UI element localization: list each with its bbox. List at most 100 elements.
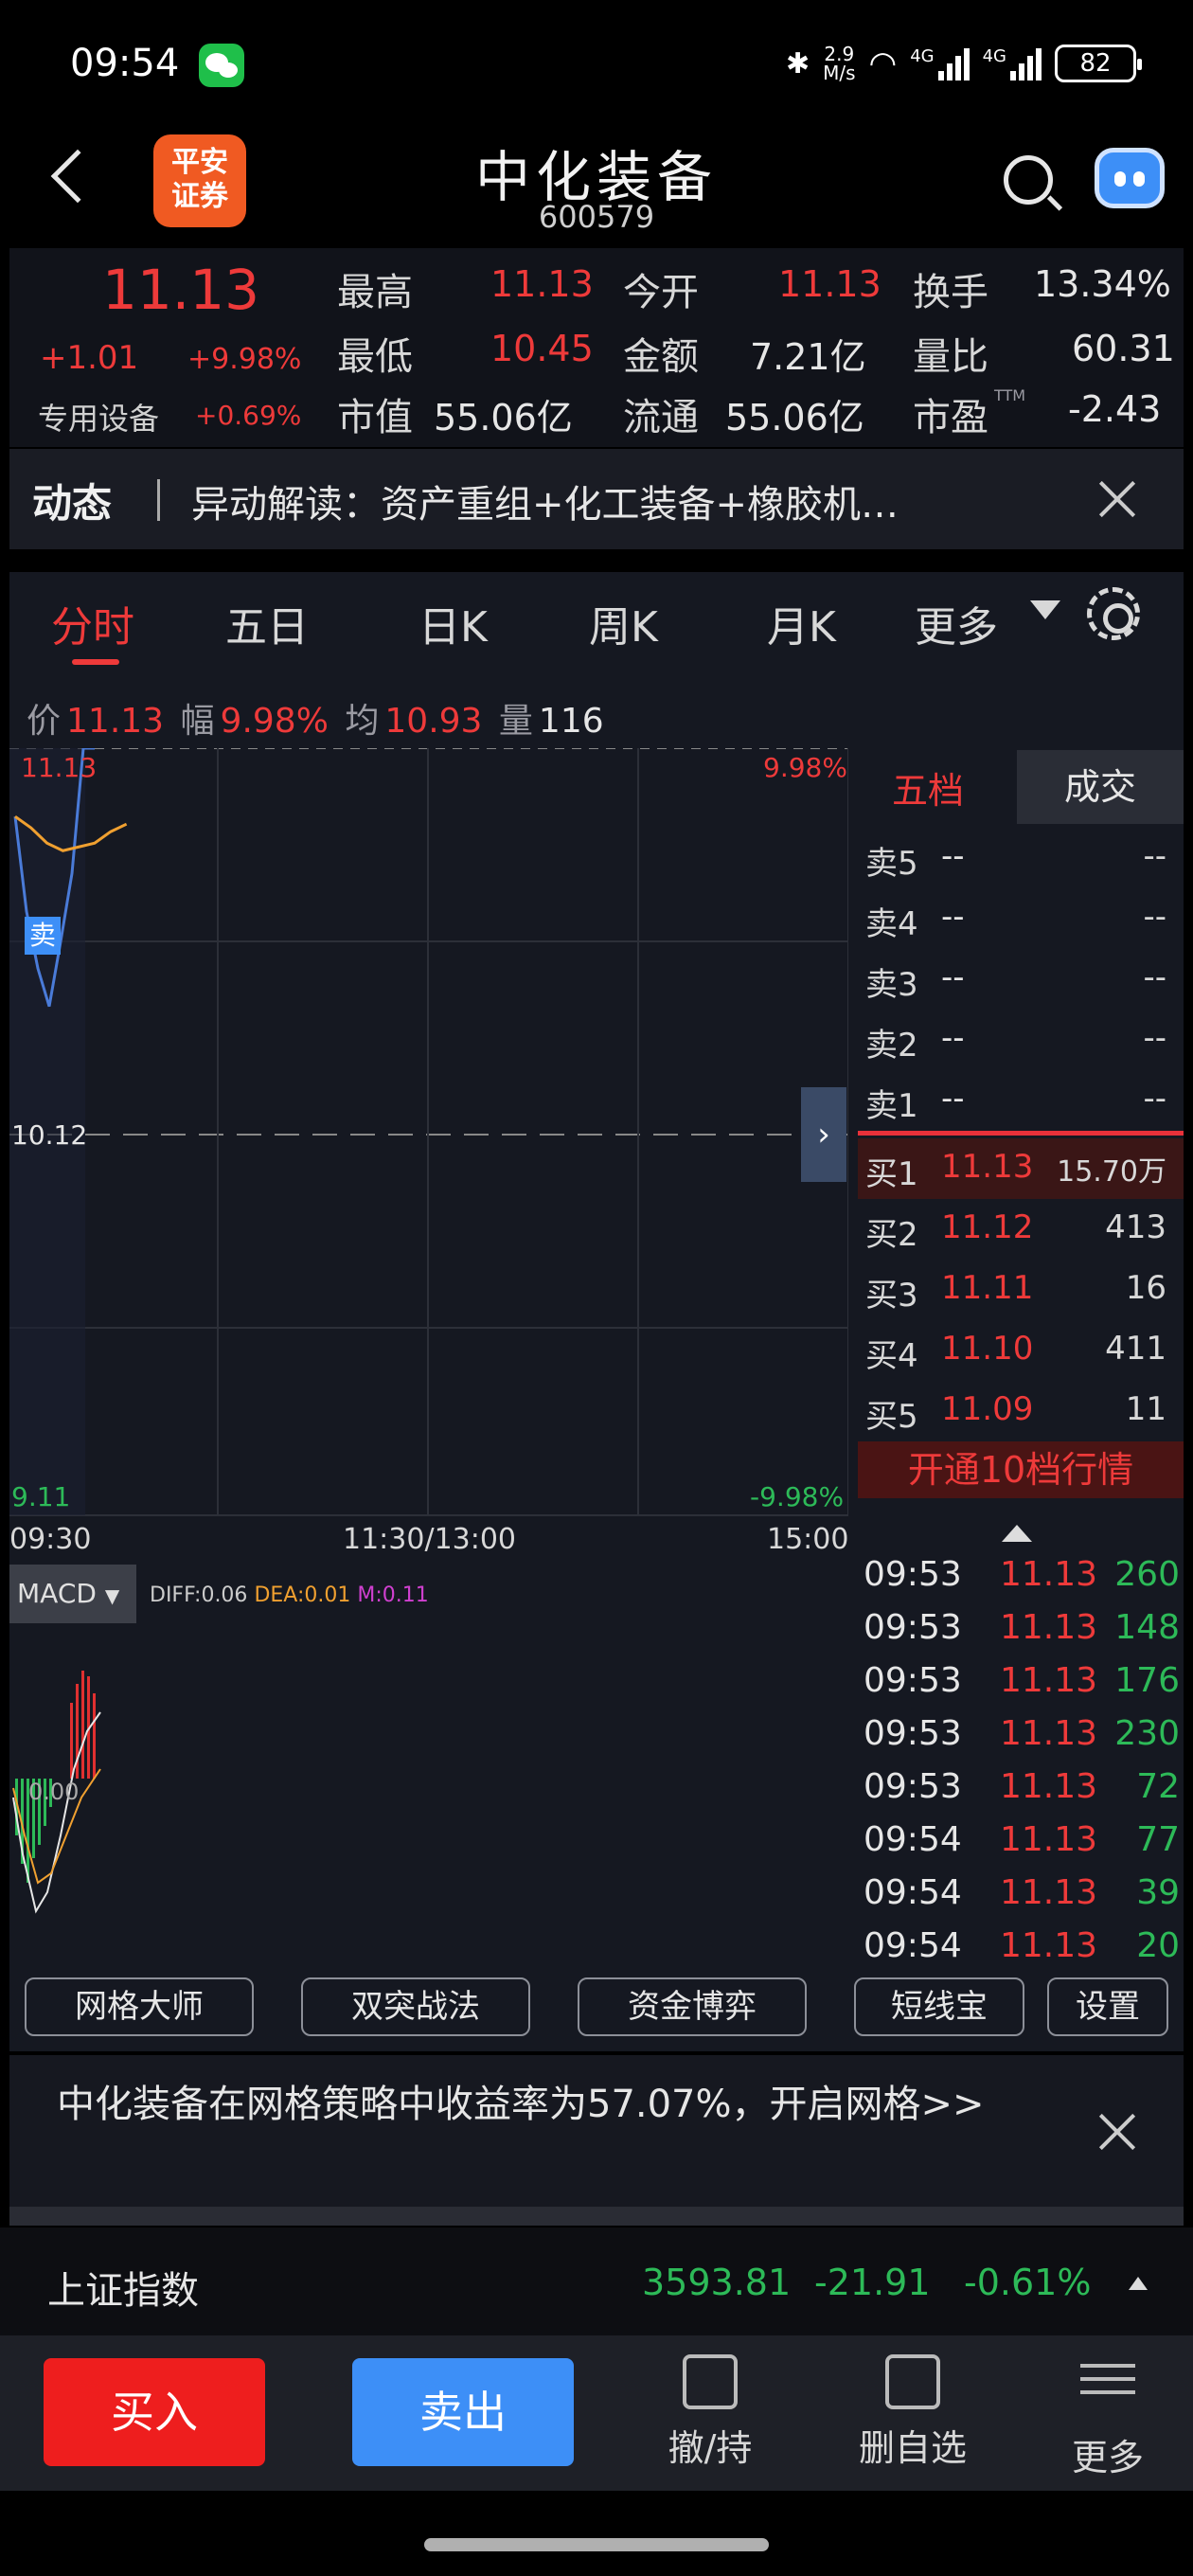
- menu-icon: [1080, 2364, 1135, 2419]
- grid-promo-text[interactable]: 中化装备在网格策略中收益率为57.07%，开启网格>>: [57, 2078, 1042, 2131]
- signal-icon: [937, 46, 970, 80]
- chevron-down-icon: ▼: [104, 1584, 120, 1607]
- stock-code: 600579: [538, 199, 655, 235]
- sector-change: +0.69%: [195, 400, 302, 431]
- mcap-label: 市值: [337, 396, 413, 439]
- period-tabs: 分时 五日 日K 周K 月K 更多: [9, 572, 1184, 672]
- cancel-hold-button[interactable]: 撤/持: [644, 2354, 776, 2471]
- active-tab-indicator: [72, 659, 119, 665]
- index-change-pct: -0.61%: [964, 2262, 1092, 2303]
- news-text[interactable]: 异动解读：资产重组+化工装备+橡胶机…: [191, 474, 1024, 528]
- chart-panel: 分时 五日 日K 周K 月K 更多 价 11.13 幅 9.98% 均 10.93 量…: [9, 572, 1184, 2051]
- network-speed: 2.9 M/s: [823, 43, 856, 84]
- assistant-robot-icon[interactable]: [1095, 148, 1165, 208]
- indicator-selector[interactable]: MACD ▼: [9, 1565, 136, 1623]
- vol-ratio-value: 60.31: [1072, 328, 1175, 369]
- macd-chart[interactable]: [9, 1627, 848, 1968]
- sell-marker[interactable]: 卖: [25, 917, 61, 955]
- tab-weekly-k[interactable]: 周K: [589, 593, 658, 653]
- open-label: 今开: [623, 271, 699, 314]
- bid-row[interactable]: 买1 11.13 15.70万: [858, 1138, 1184, 1199]
- amount-label: 金额: [623, 335, 699, 379]
- bottom-toolbar: 买入 卖出 撤/持 删自选 更多: [0, 2335, 1193, 2491]
- bid-row[interactable]: 买5 11.09 11: [858, 1381, 1184, 1441]
- tick-row: 09:54 11.13 39: [864, 1873, 1180, 1912]
- mcap-value: 55.06亿: [434, 397, 573, 438]
- index-value: 3593.81: [642, 2262, 792, 2303]
- wechat-icon: [199, 44, 244, 87]
- low-value: 10.45: [490, 328, 594, 369]
- vol-ratio-label: 量比: [913, 335, 988, 379]
- high-label: 最高: [337, 271, 413, 314]
- time-start: 09:30: [9, 1523, 92, 1556]
- macd-zero-label: 0.00: [28, 1779, 80, 1805]
- sell-button[interactable]: 卖出: [352, 2358, 574, 2466]
- top-nav: 平安 证券 中化装备 600579: [0, 133, 1193, 242]
- remove-favorite-button[interactable]: 删自选: [846, 2354, 979, 2471]
- ask-row[interactable]: 卖1 -- --: [858, 1070, 1184, 1131]
- ask-row[interactable]: 卖4 -- --: [858, 888, 1184, 949]
- signal-1: 4G: [910, 46, 970, 80]
- open-level10-button[interactable]: 开通10档行情: [858, 1441, 1184, 1498]
- pe-ttm-sup: TTM: [994, 386, 1026, 404]
- axis-price-mid: 10.12: [11, 1119, 88, 1151]
- ask-row[interactable]: 卖2 -- --: [858, 1010, 1184, 1070]
- turnover-label: 换手: [913, 271, 988, 314]
- index-ticker[interactable]: 上证指数 3593.81 -21.91 -0.61%: [0, 2227, 1193, 2335]
- battery-icon: 82: [1055, 45, 1142, 82]
- tab-minute[interactable]: 分时: [51, 593, 134, 653]
- price-change-pct: +9.98%: [187, 343, 302, 376]
- tick-row: 09:53 11.13 230: [864, 1714, 1180, 1753]
- macd-values: DIFF:0.06 DEA:0.01 M:0.11: [150, 1583, 429, 1607]
- chevron-down-icon[interactable]: [1030, 600, 1060, 619]
- home-indicator[interactable]: [424, 2538, 769, 2551]
- axis-pct-bottom: -9.98%: [750, 1481, 845, 1512]
- minus-box-icon: [885, 2354, 940, 2409]
- bluetooth-icon: ✱: [785, 46, 810, 80]
- expand-up-icon[interactable]: [1129, 2277, 1148, 2290]
- gear-icon[interactable]: [1087, 587, 1140, 640]
- signal-2: 4G: [983, 46, 1042, 80]
- axis-pct-top: 9.98%: [763, 752, 847, 783]
- capital-game-button[interactable]: 资金博弈: [578, 1977, 807, 2036]
- section-divider: [9, 2207, 1184, 2226]
- tab-five-day[interactable]: 五日: [225, 593, 309, 653]
- tab-trades[interactable]: 成交: [1017, 750, 1184, 824]
- close-icon[interactable]: [1096, 2110, 1138, 2152]
- sector-name[interactable]: 专用设备: [38, 395, 159, 438]
- axis-price-top: 11.13: [21, 752, 98, 783]
- quote-panel[interactable]: 11.13 +1.01 +9.98% 专用设备 +0.69% 最高 11.13 …: [9, 248, 1184, 447]
- bid-row[interactable]: 买4 11.10 411: [858, 1320, 1184, 1381]
- bid-row[interactable]: 买3 11.11 16: [858, 1260, 1184, 1320]
- scroll-up-icon[interactable]: [1002, 1525, 1032, 1542]
- search-icon[interactable]: [1004, 155, 1053, 205]
- bid-row[interactable]: 买2 11.12 413: [858, 1199, 1184, 1260]
- tab-daily-k[interactable]: 日K: [418, 593, 488, 653]
- close-icon[interactable]: [1096, 477, 1138, 519]
- high-value: 11.13: [490, 263, 594, 305]
- amount-value: 7.21亿: [750, 336, 866, 378]
- tick-row: 09:53 11.13 176: [864, 1661, 1180, 1700]
- tick-row: 09:54 11.13 20: [864, 1926, 1180, 1965]
- intraday-chart[interactable]: [9, 748, 848, 1521]
- settings-button[interactable]: 设置: [1047, 1977, 1168, 2036]
- turnover-value: 13.34%: [1034, 263, 1171, 305]
- signal-icon: [1010, 46, 1042, 80]
- tick-row: 09:53 11.13 260: [864, 1555, 1180, 1594]
- ask-row[interactable]: 卖3 -- --: [858, 949, 1184, 1010]
- tab-monthly-k[interactable]: 月K: [767, 593, 836, 653]
- price-change: +1.01: [40, 339, 139, 377]
- dual-breakout-button[interactable]: 双突战法: [301, 1977, 530, 2036]
- more-button[interactable]: 更多: [1042, 2354, 1174, 2480]
- news-strip[interactable]: 动态 异动解读：资产重组+化工装备+橡胶机…: [9, 449, 1184, 549]
- buy-button[interactable]: 买入: [44, 2358, 265, 2466]
- ask-row[interactable]: 卖5 -- --: [858, 828, 1184, 888]
- axis-price-bottom: 9.11: [11, 1481, 71, 1512]
- grid-master-button[interactable]: 网格大师: [25, 1977, 254, 2036]
- index-change: -21.91: [814, 2262, 931, 2303]
- grid-promo[interactable]: 中化装备在网格策略中收益率为57.07%，开启网格>>: [9, 2055, 1184, 2207]
- tab-five-levels[interactable]: 五档: [892, 761, 964, 814]
- tab-more[interactable]: 更多: [915, 593, 998, 653]
- expand-orderbook-button[interactable]: ›: [801, 1087, 846, 1182]
- short-line-button[interactable]: 短线宝: [854, 1977, 1024, 2036]
